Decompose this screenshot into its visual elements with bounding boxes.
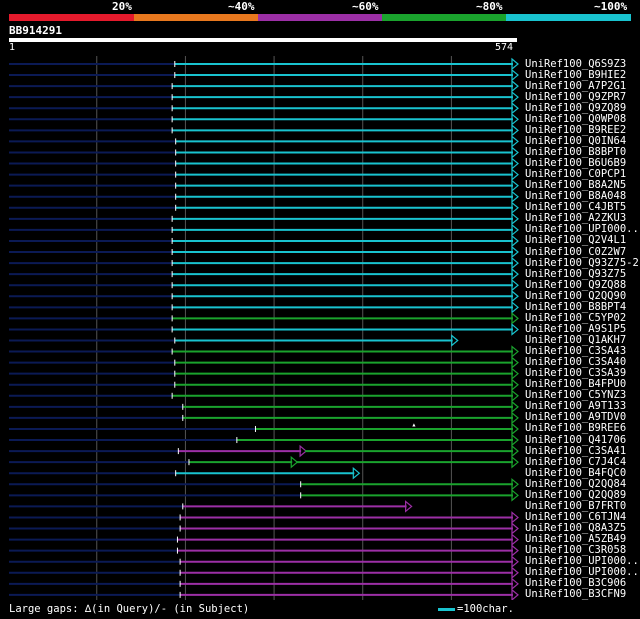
- hit-label[interactable]: UniRef100_Q6S9Z3: [525, 58, 626, 70]
- scale-legend-bar: [438, 607, 455, 611]
- scale-legend: =100char.: [438, 603, 514, 616]
- hit-label[interactable]: UniRef100_Q93Z75: [525, 268, 626, 280]
- gap-marker: ▴: [411, 420, 416, 429]
- hit-label[interactable]: UniRef100_B3CFN9: [525, 589, 626, 600]
- large-gaps-legend: Large gaps: ∆(in Query)/- (in Subject): [9, 603, 250, 615]
- scale-legend-text: =100char.: [457, 603, 514, 615]
- hit-label[interactable]: UniRef100_C0Z2W7: [525, 246, 626, 258]
- hit-label[interactable]: UniRef100_C3SA41: [525, 445, 626, 457]
- hit-label[interactable]: UniRef100_Q93Z75-2: [525, 257, 639, 269]
- hit-label[interactable]: UniRef100_Q41706: [525, 434, 626, 446]
- hit-label[interactable]: UniRef100_B9HIE2: [525, 69, 626, 81]
- hit-label[interactable]: UniRef100_Q2V4L1: [525, 235, 626, 246]
- hit-label[interactable]: UniRef100_B9REE6: [525, 423, 626, 434]
- hit-label[interactable]: UniRef100_C7J4C4: [525, 456, 626, 468]
- hit-label[interactable]: UniRef100_A7P2G1: [525, 80, 626, 92]
